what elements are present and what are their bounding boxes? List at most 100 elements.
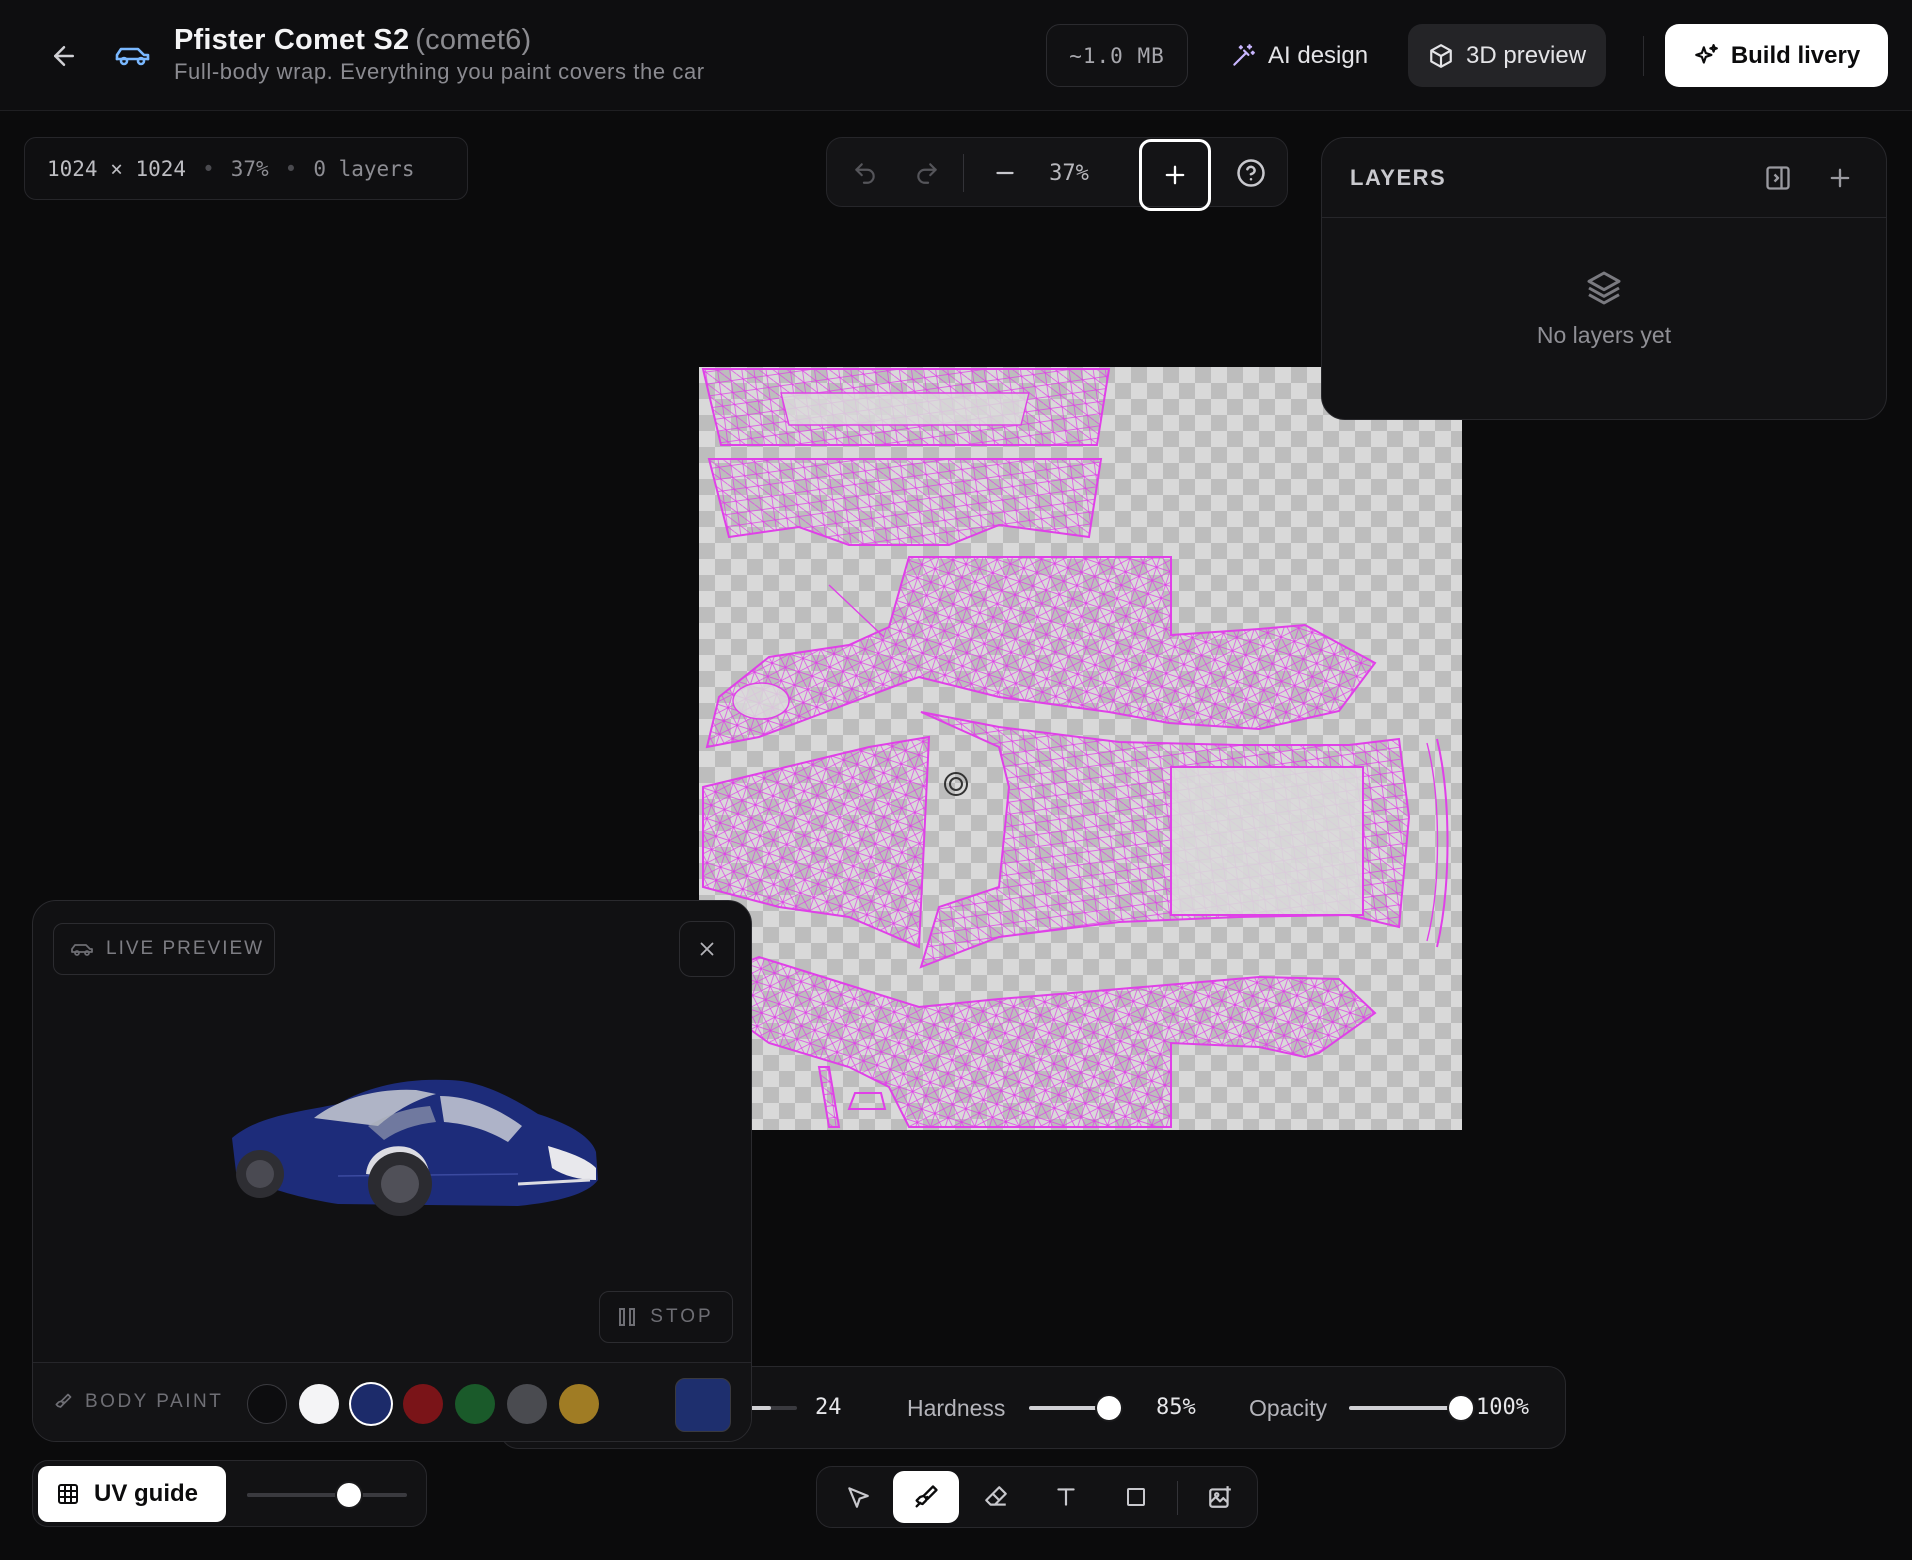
redo-icon [917, 163, 937, 184]
tools-divider [1177, 1481, 1178, 1515]
square-icon [1127, 1488, 1145, 1506]
layers-stack-icon [1587, 271, 1621, 305]
hardness-slider[interactable] [1029, 1396, 1123, 1420]
uv-guide-toggle[interactable]: UV guide [38, 1466, 226, 1522]
cube-icon [1430, 43, 1452, 68]
opacity-value: 100% [1476, 1395, 1529, 1420]
live-preview-label: LIVE PREVIEW [106, 938, 265, 959]
separator-dot: • [202, 156, 215, 181]
build-livery-label: Build livery [1730, 41, 1861, 69]
image-plus-icon [1209, 1486, 1231, 1508]
zoom-toolbar: 37% [826, 137, 1288, 211]
hardness-label: Hardness [907, 1395, 1006, 1421]
layers-panel: LAYERS No layers yet [1321, 137, 1887, 420]
canvas-zoom: 37% [230, 156, 269, 181]
body-paint-title: BODY PAINT [53, 1391, 223, 1413]
hardness-value: 85% [1156, 1395, 1196, 1420]
opacity-fill [1349, 1406, 1461, 1410]
brush-tool-button[interactable] [893, 1471, 959, 1523]
body-paint-label: BODY PAINT [85, 1391, 224, 1412]
help-circle-icon [1237, 159, 1265, 187]
image-tool-button[interactable] [1187, 1471, 1253, 1523]
paintbrush-icon [915, 1485, 938, 1508]
page-title: Pfister Comet S2 (comet6) [174, 24, 532, 56]
back-button[interactable] [44, 36, 84, 76]
undo-icon [855, 163, 875, 184]
car-icon [115, 47, 150, 66]
text-tool-button[interactable] [1033, 1471, 1099, 1523]
uv-opacity-track [247, 1493, 350, 1497]
car-outline-icon [71, 944, 93, 956]
color-swatch[interactable] [403, 1384, 443, 1424]
build-livery-button[interactable]: Build livery [1665, 24, 1888, 87]
uv-opacity-slider[interactable] [247, 1483, 407, 1507]
rectangle-tool-button[interactable] [1103, 1471, 1169, 1523]
opacity-knob[interactable] [1449, 1396, 1473, 1420]
custom-color-picker[interactable] [675, 1378, 731, 1432]
top-bar: Pfister Comet S2 (comet6) Full-body wrap.… [0, 0, 1912, 111]
ai-design-label: AI design [1268, 41, 1369, 69]
header-divider [1643, 36, 1644, 76]
live-preview-panel: LIVE PREVIEW STOP BODY PAINT [32, 900, 752, 1442]
brush-cursor-icon [944, 772, 968, 796]
pause-icon [619, 1308, 636, 1326]
layers-header: LAYERS [1322, 138, 1886, 218]
color-swatch[interactable] [247, 1384, 287, 1424]
layers-empty-text: No layers yet [1536, 322, 1672, 348]
layers-empty-state: No layers yet [1322, 268, 1886, 349]
select-tool-button[interactable] [825, 1471, 891, 1523]
tools-bar [816, 1466, 1258, 1528]
brush-size-value: 24 [815, 1395, 842, 1420]
grid-icon [58, 1484, 78, 1504]
add-layer-button[interactable] [1822, 160, 1858, 196]
layers-title: LAYERS [1350, 164, 1447, 190]
body-paint-bar: BODY PAINT [33, 1362, 751, 1441]
hardness-knob[interactable] [1096, 1396, 1121, 1420]
ai-design-button[interactable]: AI design [1210, 24, 1388, 87]
eraser-icon [985, 1486, 1007, 1506]
magic-wand-icon [1233, 43, 1255, 66]
color-swatch[interactable] [507, 1384, 547, 1424]
file-size-badge: ~1.0 MB [1046, 24, 1188, 87]
livery-canvas[interactable] [699, 367, 1462, 1130]
cursor-arrow-icon [848, 1487, 869, 1508]
uv-guide-control: UV guide [32, 1460, 427, 1527]
stop-rotation-button[interactable]: STOP [599, 1291, 733, 1343]
3d-car-preview[interactable] [218, 1056, 618, 1226]
panel-collapse-icon [1766, 166, 1790, 190]
opacity-label: Opacity [1249, 1395, 1327, 1421]
redo-button[interactable] [899, 138, 955, 208]
plus-icon [1830, 168, 1850, 188]
undo-button[interactable] [837, 138, 893, 208]
color-swatch[interactable] [299, 1384, 339, 1424]
live-preview-badge: LIVE PREVIEW [53, 923, 275, 975]
uv-guide-label: UV guide [94, 1480, 199, 1507]
help-button[interactable] [1223, 138, 1279, 208]
uv-opacity-knob[interactable] [337, 1483, 362, 1507]
canvas-resolution: 1024 × 1024 [47, 156, 187, 181]
color-swatch[interactable] [455, 1384, 495, 1424]
opacity-slider[interactable] [1349, 1396, 1473, 1420]
collapse-panel-button[interactable] [1760, 160, 1796, 196]
separator-dot: • [284, 156, 298, 181]
canvas-info-badge: 1024 × 1024 • 37% • 0 layers [24, 137, 468, 200]
title-block: Pfister Comet S2 (comet6) Full-body wrap.… [174, 24, 705, 85]
stop-label: STOP [650, 1306, 714, 1327]
minus-icon [996, 171, 1014, 175]
close-icon [700, 942, 714, 956]
eraser-tool-button[interactable] [963, 1471, 1029, 1523]
sparkles-icon [1694, 43, 1718, 64]
paintbrush-icon [55, 1393, 72, 1408]
vehicle-code: (comet6) [415, 24, 532, 56]
layer-count: 0 layers [313, 156, 415, 181]
uv-wireframe-guide [701, 368, 1449, 1128]
color-swatch[interactable] [559, 1384, 599, 1424]
color-swatch[interactable] [351, 1384, 391, 1424]
zoom-in-button[interactable] [1139, 139, 1211, 211]
page-subtitle: Full-body wrap. Everything you paint cov… [174, 59, 705, 84]
text-icon [1057, 1488, 1075, 1506]
close-preview-button[interactable] [679, 921, 735, 977]
3d-preview-button[interactable]: 3D preview [1408, 24, 1607, 87]
arrow-left-icon [54, 46, 74, 66]
zoom-level[interactable]: 37% [1023, 138, 1115, 208]
